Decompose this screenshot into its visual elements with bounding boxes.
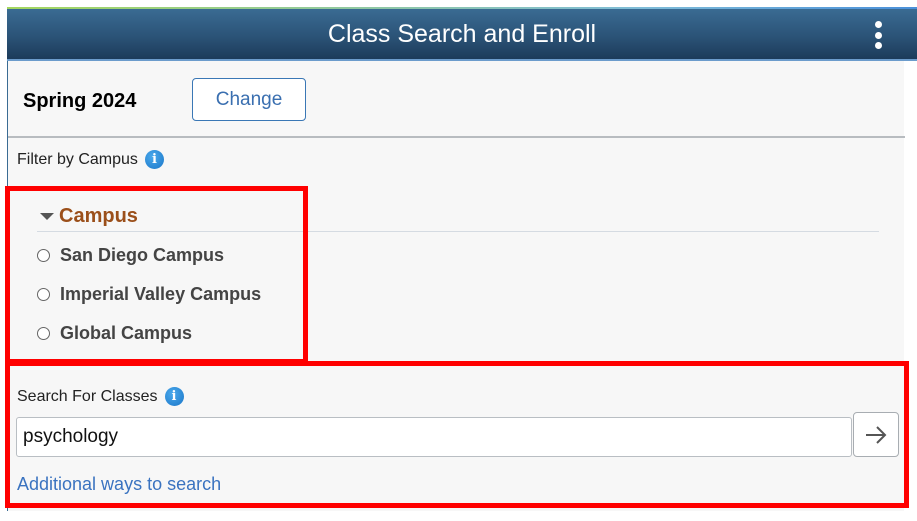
term-row: Spring 2024 Change bbox=[8, 61, 905, 138]
search-submit-button[interactable] bbox=[853, 412, 899, 457]
page-header: Class Search and Enroll bbox=[7, 9, 917, 61]
campus-option-san-diego[interactable]: San Diego Campus bbox=[37, 236, 879, 275]
additional-ways-to-search-link[interactable]: Additional ways to search bbox=[17, 474, 221, 495]
info-icon[interactable]: i bbox=[144, 150, 164, 169]
radio-button[interactable] bbox=[37, 327, 50, 340]
campus-option-global[interactable]: Global Campus bbox=[37, 314, 879, 353]
filter-by-campus-label: Filter by Campus i bbox=[17, 150, 164, 169]
radio-label: Imperial Valley Campus bbox=[60, 284, 262, 304]
kebab-dot bbox=[874, 21, 882, 28]
radio-label: Global Campus bbox=[60, 323, 193, 343]
main-content: Spring 2024 Change Filter by Campus i Ca… bbox=[7, 61, 905, 511]
page-title: Class Search and Enroll bbox=[327, 20, 597, 48]
class-search-input[interactable] bbox=[16, 417, 852, 457]
search-label-text: Search For Classes bbox=[17, 387, 158, 405]
info-icon[interactable]: i bbox=[164, 387, 184, 406]
kebab-dot bbox=[874, 31, 882, 39]
arrow-right-icon bbox=[866, 425, 887, 444]
campus-group-title: Campus bbox=[59, 204, 138, 227]
collapse-triangle-icon bbox=[40, 212, 54, 220]
search-for-classes-label: Search For Classes i bbox=[17, 387, 184, 406]
radio-button[interactable] bbox=[37, 249, 50, 262]
radio-button[interactable] bbox=[37, 288, 50, 301]
campus-options: San Diego Campus Imperial Valley Campus … bbox=[37, 236, 879, 353]
radio-label: San Diego Campus bbox=[60, 245, 225, 265]
change-term-button[interactable]: Change bbox=[192, 78, 306, 121]
term-label: Spring 2024 bbox=[23, 90, 137, 112]
campus-filter-group: Campus San Diego Campus Imperial Valley … bbox=[37, 201, 879, 353]
campus-option-imperial-valley[interactable]: Imperial Valley Campus bbox=[37, 275, 879, 314]
kebab-menu-icon[interactable] bbox=[873, 21, 883, 49]
campus-group-toggle[interactable]: Campus bbox=[37, 201, 879, 232]
kebab-dot bbox=[874, 42, 882, 49]
filter-label-text: Filter by Campus bbox=[17, 150, 138, 168]
